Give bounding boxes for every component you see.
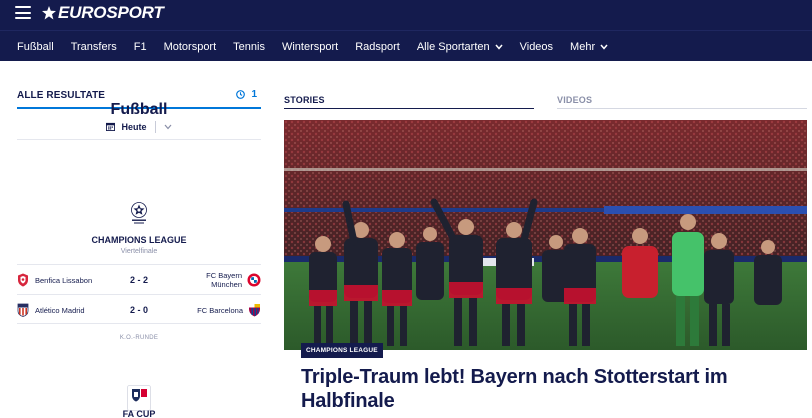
eurosport-logo[interactable]: EUROSPORT — [42, 3, 164, 23]
nav-label: Wintersport — [281, 40, 339, 53]
chevron-down-icon[interactable] — [164, 124, 172, 130]
live-count-value: 1 — [251, 89, 257, 100]
away-team-name-line2: München — [211, 280, 242, 289]
nav-label: Radsport — [355, 40, 400, 53]
top-bar: EUROSPORT — [0, 0, 812, 30]
nav-label: Motorsport — [163, 40, 217, 53]
tab-label: STORIES — [284, 95, 325, 105]
hero-image[interactable] — [284, 120, 807, 350]
nav-label: Alle Sportarten — [416, 40, 490, 53]
nav-item-motorsport[interactable]: Motorsport — [164, 41, 217, 53]
bayern-crest-icon — [247, 273, 261, 287]
tab-label: VIDEOS — [557, 95, 593, 105]
tab-stories[interactable]: STORIES — [284, 90, 534, 109]
clock-icon — [236, 90, 246, 99]
nav-label: Fußball — [17, 40, 54, 53]
nav-item-radsport[interactable]: Radsport — [355, 41, 400, 53]
logo-text: EUROSPORT — [58, 3, 164, 22]
date-label: Heute — [121, 121, 147, 132]
calendar-icon — [106, 122, 116, 131]
competition-round: Viertelfinale — [120, 248, 158, 255]
main-navigation: Fußball Transfers F1 Motorsport Tennis W… — [0, 30, 812, 61]
barcelona-crest-icon — [249, 304, 260, 317]
results-tab-label: ALLE RESULTATE — [17, 90, 106, 101]
divider — [154, 120, 156, 133]
away-team-name: FC Barcelona — [197, 305, 243, 315]
nav-item-alle-sportarten[interactable]: Alle Sportarten — [417, 41, 503, 53]
nav-item-f1[interactable]: F1 — [134, 41, 147, 53]
hero-photo — [284, 120, 807, 350]
article-headline[interactable]: Triple-Traum lebt! Bayern nach Stotterst… — [301, 365, 761, 413]
nav-label: Videos — [519, 40, 554, 53]
nav-item-tennis[interactable]: Tennis — [233, 41, 265, 53]
nav-item-videos[interactable]: Videos — [520, 41, 553, 53]
live-count[interactable]: 1 — [236, 89, 257, 100]
nav-label: Mehr — [570, 40, 596, 53]
tab-videos[interactable]: VIDEOS — [557, 90, 807, 109]
star-icon — [42, 6, 56, 20]
match-row[interactable]: Benfica Lissabon 2 - 2 FC Bayern München — [17, 264, 261, 294]
away-team: FC Barcelona — [197, 295, 261, 325]
nav-label: F1 — [133, 40, 147, 53]
nav-label: Tennis — [233, 40, 265, 53]
competition-name: FA CUP — [122, 409, 156, 418]
menu-icon[interactable] — [15, 6, 31, 19]
competition-name: CHAMPIONS LEAGUE — [91, 235, 187, 245]
stage-label: K.O.-RUNDE — [119, 335, 159, 341]
chevron-down-icon — [495, 44, 503, 50]
category-badge[interactable]: CHAMPIONS LEAGUE — [301, 343, 383, 358]
sport-title: Fußball — [110, 101, 168, 118]
away-team-name: FC Bayern München — [206, 271, 242, 289]
away-team-name-line1: FC Bayern — [206, 271, 242, 280]
chevron-down-icon — [600, 44, 608, 50]
champions-league-logo — [131, 202, 147, 224]
match-row[interactable]: Atlético Madrid 2 - 0 FC Barcelona — [17, 294, 261, 324]
fa-cup-logo — [127, 385, 151, 411]
nav-item-fussball[interactable]: Fußball — [17, 41, 54, 53]
nav-item-transfers[interactable]: Transfers — [71, 41, 117, 53]
nav-item-mehr[interactable]: Mehr — [570, 41, 608, 53]
nav-item-wintersport[interactable]: Wintersport — [282, 41, 338, 53]
away-team: FC Bayern München — [206, 265, 261, 295]
nav-label: Transfers — [70, 40, 117, 53]
